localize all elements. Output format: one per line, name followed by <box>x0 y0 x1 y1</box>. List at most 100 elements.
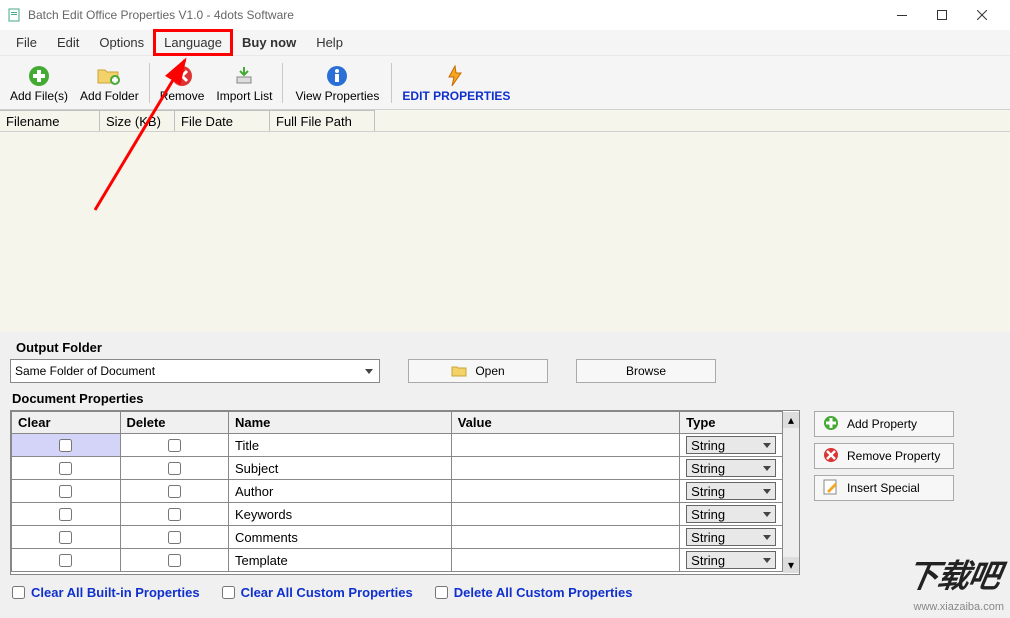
prop-name[interactable]: Keywords <box>229 503 452 526</box>
clear-checkbox[interactable] <box>59 508 72 521</box>
delete-custom-check[interactable]: Delete All Custom Properties <box>435 585 633 600</box>
table-row[interactable]: Keywords String <box>12 503 783 526</box>
file-list-area[interactable] <box>0 132 1010 332</box>
plus-icon <box>26 63 52 89</box>
column-sizekb[interactable]: Size (KB) <box>100 110 175 131</box>
table-row[interactable]: Title String <box>12 434 783 457</box>
remove-button[interactable]: Remove <box>154 61 211 105</box>
app-icon <box>8 8 22 22</box>
watermark-logo: 下载吧 <box>903 551 1004 597</box>
folder-open-icon <box>451 363 467 379</box>
type-select[interactable]: String <box>686 505 776 523</box>
type-select[interactable]: String <box>686 551 776 569</box>
table-row[interactable]: Author String <box>12 480 783 503</box>
remove-property-button[interactable]: Remove Property <box>814 443 954 469</box>
import-icon <box>231 63 257 89</box>
import-list-button[interactable]: Import List <box>210 61 278 105</box>
toolbar-separator <box>391 63 392 103</box>
toolbar-label: EDIT PROPERTIES <box>402 89 510 103</box>
prop-name[interactable]: Comments <box>229 526 452 549</box>
column-file-date[interactable]: File Date <box>175 110 270 131</box>
scroll-down-icon[interactable]: ▾ <box>783 557 799 573</box>
output-folder-label: Output Folder <box>16 340 1000 355</box>
add-property-label: Add Property <box>847 417 917 431</box>
add-files-button[interactable]: Add File(s) <box>4 61 74 105</box>
menu-edit[interactable]: Edit <box>47 30 89 55</box>
checkbox[interactable] <box>12 586 25 599</box>
delete-checkbox[interactable] <box>168 554 181 567</box>
output-folder-value: Same Folder of Document <box>15 364 155 378</box>
menu-help[interactable]: Help <box>306 30 353 55</box>
prop-value[interactable] <box>451 457 679 480</box>
info-icon <box>324 63 350 89</box>
table-row[interactable]: Comments String <box>12 526 783 549</box>
clear-checkbox[interactable] <box>59 462 72 475</box>
prop-value[interactable] <box>451 434 679 457</box>
folder-plus-icon <box>96 63 122 89</box>
col-name[interactable]: Name <box>229 412 452 434</box>
prop-value[interactable] <box>451 480 679 503</box>
edit-icon <box>823 479 839 498</box>
prop-name[interactable]: Subject <box>229 457 452 480</box>
col-clear[interactable]: Clear <box>12 412 121 434</box>
prop-value[interactable] <box>451 549 679 572</box>
col-value[interactable]: Value <box>451 412 679 434</box>
add-folder-button[interactable]: Add Folder <box>74 61 145 105</box>
delete-checkbox[interactable] <box>168 508 181 521</box>
col-type[interactable]: Type <box>680 412 783 434</box>
toolbar-label: Import List <box>216 89 272 103</box>
open-button[interactable]: Open <box>408 359 548 383</box>
insert-special-label: Insert Special <box>847 481 920 495</box>
type-select[interactable]: String <box>686 482 776 500</box>
menubar: File Edit Options Language Buy now Help <box>0 30 1010 56</box>
prop-name[interactable]: Author <box>229 480 452 503</box>
delete-checkbox[interactable] <box>168 462 181 475</box>
doc-properties-label: Document Properties <box>12 391 1000 406</box>
output-folder-combo[interactable]: Same Folder of Document <box>10 359 380 383</box>
table-row[interactable]: Template String <box>12 549 783 572</box>
type-select[interactable]: String <box>686 528 776 546</box>
checkbox[interactable] <box>435 586 448 599</box>
clear-checkbox[interactable] <box>59 554 72 567</box>
insert-special-button[interactable]: Insert Special <box>814 475 954 501</box>
toolbar-separator <box>149 63 150 103</box>
clear-checkbox[interactable] <box>59 531 72 544</box>
edit-properties-button[interactable]: EDIT PROPERTIES <box>396 61 516 105</box>
vertical-scrollbar[interactable]: ▴ ▾ <box>783 412 799 573</box>
type-select[interactable]: String <box>686 436 776 454</box>
clear-custom-check[interactable]: Clear All Custom Properties <box>222 585 413 600</box>
delete-checkbox[interactable] <box>168 531 181 544</box>
menu-file[interactable]: File <box>6 30 47 55</box>
prop-name[interactable]: Template <box>229 549 452 572</box>
toolbar-label: Add Folder <box>80 89 139 103</box>
column-full-path[interactable]: Full File Path <box>270 110 375 131</box>
col-delete[interactable]: Delete <box>120 412 229 434</box>
toolbar-separator <box>282 63 283 103</box>
toolbar-label: Add File(s) <box>10 89 68 103</box>
menu-buy-now[interactable]: Buy now <box>232 30 306 55</box>
delete-checkbox[interactable] <box>168 439 181 452</box>
clear-checkbox[interactable] <box>59 439 72 452</box>
table-row[interactable]: Subject String <box>12 457 783 480</box>
scroll-up-icon[interactable]: ▴ <box>783 412 799 428</box>
delete-icon <box>169 63 195 89</box>
column-filename[interactable]: Filename <box>0 110 100 131</box>
view-properties-button[interactable]: View Properties <box>287 61 387 105</box>
open-label: Open <box>475 364 504 378</box>
menu-language[interactable]: Language <box>154 30 232 55</box>
type-select[interactable]: String <box>686 459 776 477</box>
delete-checkbox[interactable] <box>168 485 181 498</box>
menu-options[interactable]: Options <box>89 30 154 55</box>
clear-builtin-check[interactable]: Clear All Built-in Properties <box>12 585 200 600</box>
browse-button[interactable]: Browse <box>576 359 716 383</box>
checkbox[interactable] <box>222 586 235 599</box>
clear-checkbox[interactable] <box>59 485 72 498</box>
prop-name[interactable]: Title <box>229 434 452 457</box>
prop-value[interactable] <box>451 503 679 526</box>
close-button[interactable] <box>962 0 1002 30</box>
add-property-button[interactable]: Add Property <box>814 411 954 437</box>
prop-value[interactable] <box>451 526 679 549</box>
toolbar: Add File(s) Add Folder Remove Import Lis… <box>0 56 1010 110</box>
maximize-button[interactable] <box>922 0 962 30</box>
minimize-button[interactable] <box>882 0 922 30</box>
